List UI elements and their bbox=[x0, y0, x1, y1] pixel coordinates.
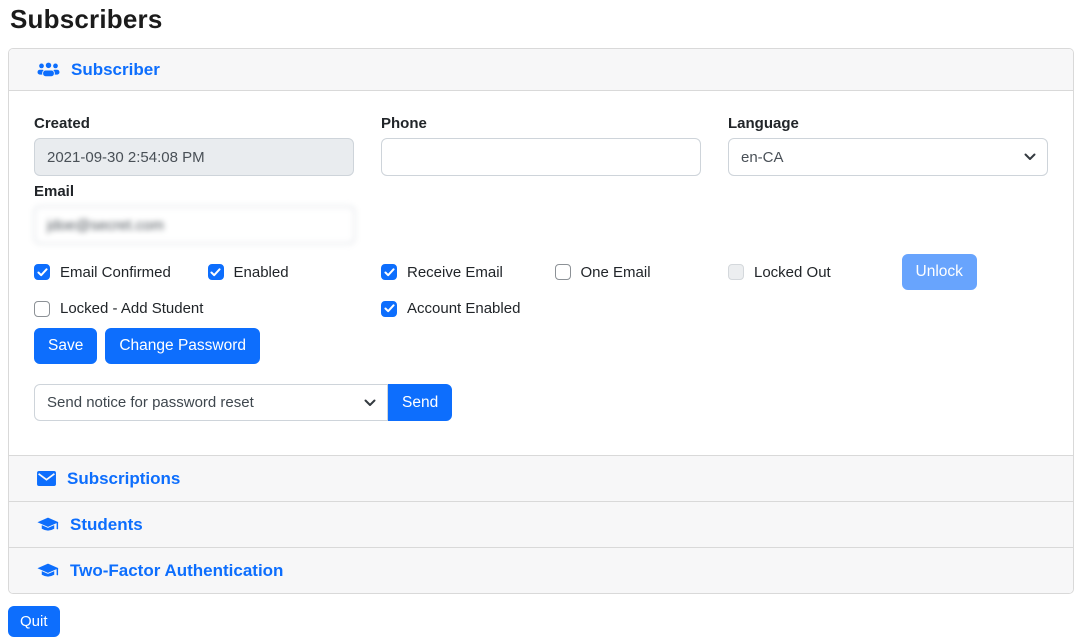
checkbox-label: One Email bbox=[581, 264, 651, 281]
language-label: Language bbox=[728, 115, 1048, 132]
checkbox-account-enabled: Account Enabled bbox=[381, 300, 528, 317]
save-button[interactable]: Save bbox=[34, 328, 97, 364]
language-select[interactable]: en-CA bbox=[728, 138, 1048, 176]
email-input[interactable] bbox=[34, 206, 355, 244]
one-email-checkbox[interactable] bbox=[555, 264, 571, 280]
checkbox-label: Email Confirmed bbox=[60, 264, 171, 281]
subscriber-card: Subscriber Created Phone Language en-CA bbox=[8, 48, 1074, 594]
section-subscriptions[interactable]: Subscriptions bbox=[9, 455, 1073, 501]
checkbox-enabled: Enabled bbox=[208, 264, 355, 281]
page-title: Subscribers bbox=[10, 4, 1074, 35]
notice-select[interactable]: Send notice for password reset bbox=[34, 384, 388, 421]
section-title: Subscriptions bbox=[67, 469, 180, 489]
email-confirmed-checkbox[interactable] bbox=[34, 264, 50, 280]
notice-input-group: Send notice for password reset Send bbox=[34, 384, 442, 421]
checkbox-receive-email: Receive Email bbox=[381, 264, 528, 281]
checkbox-label: Enabled bbox=[234, 264, 289, 281]
checkbox-label: Locked - Add Student bbox=[60, 300, 203, 317]
users-icon bbox=[37, 61, 60, 78]
subscriber-form: Created Phone Language en-CA bbox=[9, 91, 1073, 455]
created-field-group: Created bbox=[34, 115, 354, 176]
envelope-icon bbox=[37, 471, 56, 486]
enabled-checkbox[interactable] bbox=[208, 264, 224, 280]
checkbox-locked-out: Locked Out bbox=[728, 264, 875, 281]
locked-add-student-checkbox[interactable] bbox=[34, 301, 50, 317]
locked-out-checkbox bbox=[728, 264, 744, 280]
checkbox-one-email: One Email bbox=[555, 264, 702, 281]
phone-label: Phone bbox=[381, 115, 701, 132]
account-enabled-checkbox[interactable] bbox=[381, 301, 397, 317]
checkbox-email-confirmed: Email Confirmed bbox=[34, 264, 181, 281]
section-students[interactable]: Students bbox=[9, 501, 1073, 547]
receive-email-checkbox[interactable] bbox=[381, 264, 397, 280]
phone-field-group: Phone bbox=[381, 115, 701, 176]
language-field-group: Language en-CA bbox=[728, 115, 1048, 176]
email-field-group: Email bbox=[34, 183, 355, 244]
unlock-button[interactable]: Unlock bbox=[902, 254, 977, 290]
checkbox-locked-add-student: Locked - Add Student bbox=[34, 300, 354, 317]
email-label: Email bbox=[34, 183, 355, 200]
subscribers-page: Subscribers Subscriber Created bbox=[0, 0, 1082, 637]
send-button[interactable]: Send bbox=[388, 384, 452, 421]
checkbox-label: Receive Email bbox=[407, 264, 503, 281]
phone-input[interactable] bbox=[381, 138, 701, 176]
created-label: Created bbox=[34, 115, 354, 132]
section-title: Two-Factor Authentication bbox=[70, 561, 283, 581]
subscriber-section-header[interactable]: Subscriber bbox=[9, 49, 1073, 91]
checkbox-label: Account Enabled bbox=[407, 300, 520, 317]
checkbox-label: Locked Out bbox=[754, 264, 831, 281]
change-password-button[interactable]: Change Password bbox=[105, 328, 260, 364]
section-two-factor-authentication[interactable]: Two-Factor Authentication bbox=[9, 547, 1073, 593]
graduation-cap-icon bbox=[37, 517, 59, 533]
quit-button[interactable]: Quit bbox=[8, 606, 60, 637]
subscriber-section-title: Subscriber bbox=[71, 60, 160, 80]
created-input bbox=[34, 138, 354, 176]
section-title: Students bbox=[70, 515, 143, 535]
graduation-cap-icon bbox=[37, 563, 59, 579]
